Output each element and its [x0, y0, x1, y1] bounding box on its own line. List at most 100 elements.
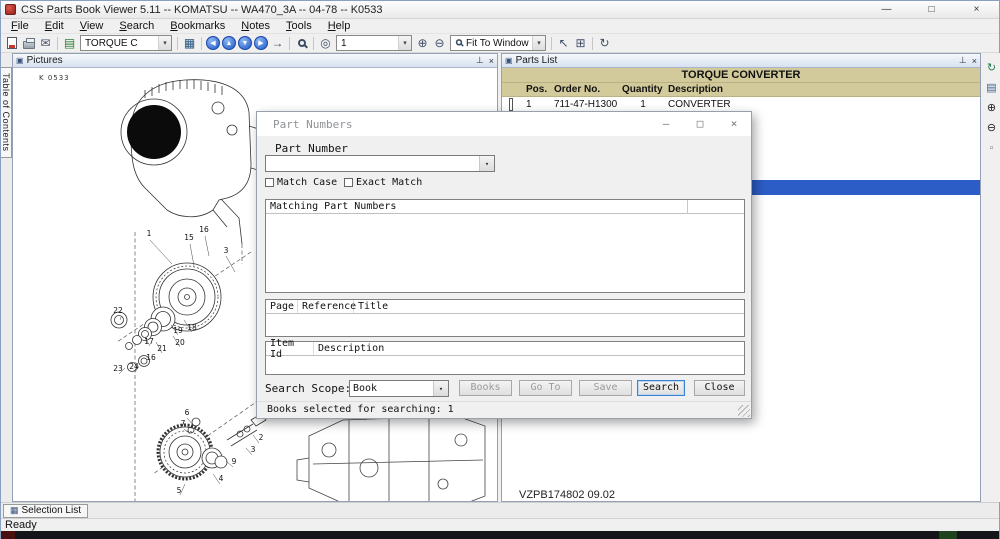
col-title[interactable]: Title — [354, 300, 392, 313]
matching-part-numbers-list[interactable]: Matching Part Numbers — [265, 199, 745, 293]
book-select[interactable]: TORQUE C ▾ — [80, 35, 172, 51]
col-page[interactable]: Page — [266, 300, 298, 313]
item-id-list[interactable]: Item Id Description — [265, 341, 745, 375]
page-reference-list[interactable]: Page Reference Title — [265, 299, 745, 337]
diagram-callout-3[interactable]: 3 — [224, 246, 229, 255]
menu-search[interactable]: Search — [111, 20, 162, 33]
email-icon[interactable]: ✉ — [37, 35, 54, 51]
go-to-button[interactable]: Go To — [519, 380, 572, 396]
rail-zoom-out-icon[interactable]: ⊖ — [987, 123, 996, 134]
zoom-select[interactable]: Fit To Window ▾ — [450, 35, 546, 51]
page-select[interactable]: 1 ▾ — [336, 35, 412, 51]
close-icon[interactable]: × — [972, 56, 977, 66]
diagram-callout-1[interactable]: 1 — [147, 229, 152, 238]
toolbar: ✉ ▤ TORQUE C ▾ ▦ ◀ ▲ ▼ ▶ → ◎ 1 ▾ ⊕ ⊖ Fit… — [1, 34, 999, 53]
rail-refresh-icon[interactable]: ↻ — [987, 63, 996, 74]
close-button[interactable]: Close — [694, 380, 745, 396]
pin-icon[interactable]: ⊥ — [959, 55, 967, 66]
column-divider[interactable] — [687, 200, 688, 214]
row-checkbox[interactable] — [509, 98, 513, 111]
close-icon[interactable]: × — [954, 1, 999, 19]
refresh-icon[interactable]: ↻ — [596, 35, 613, 51]
table-row[interactable]: 1 711-47-H1300 1 CONVERTER — [502, 97, 980, 111]
close-icon[interactable]: × — [489, 56, 494, 66]
chevron-down-icon[interactable]: ▾ — [433, 381, 448, 396]
part-number-input[interactable]: ▾ — [265, 155, 495, 172]
minimize-icon[interactable]: — — [864, 1, 909, 19]
diagram-callout-3[interactable]: 3 — [251, 445, 256, 454]
col-item-description[interactable]: Description — [314, 342, 388, 355]
dialog-minimize-icon[interactable]: – — [649, 112, 683, 136]
dialog-maximize-icon[interactable]: □ — [683, 112, 717, 136]
hotpoint-icon[interactable]: ◎ — [317, 35, 334, 51]
diagram-callout-16[interactable]: 16 — [146, 353, 156, 362]
diagram-callout-21[interactable]: 21 — [157, 344, 167, 353]
nav-forward-icon[interactable]: ▶ — [254, 36, 268, 50]
menu-tools[interactable]: Tools — [278, 20, 320, 33]
menu-edit[interactable]: Edit — [37, 20, 72, 33]
diagram-callout-19[interactable]: 19 — [173, 326, 183, 335]
print-icon[interactable] — [20, 35, 37, 51]
side-tab-strip: Table of Contents — [1, 53, 12, 502]
open-document-icon[interactable] — [3, 35, 20, 51]
menu-bookmarks[interactable]: Bookmarks — [162, 20, 233, 33]
menu-help[interactable]: Help — [320, 20, 359, 33]
bottom-tab-bar: ▦ Selection List — [1, 502, 999, 518]
diagram-callout-2[interactable]: 2 — [259, 433, 264, 442]
match-case-label: Match Case — [277, 177, 337, 188]
pan-icon[interactable]: ⊞ — [572, 35, 589, 51]
maximize-icon[interactable]: □ — [909, 1, 954, 19]
diagram-callout-4[interactable]: 4 — [219, 474, 224, 483]
chevron-down-icon[interactable]: ▾ — [398, 36, 411, 50]
nav-down-icon[interactable]: ▼ — [238, 36, 252, 50]
resize-grip[interactable] — [738, 405, 750, 417]
chevron-down-icon[interactable]: ▾ — [532, 36, 545, 50]
pointer-icon[interactable]: ↖ — [555, 35, 572, 51]
col-reference[interactable]: Reference — [298, 300, 354, 313]
diagram-callout-24[interactable]: 24 — [129, 362, 139, 371]
save-button[interactable]: Save — [579, 380, 632, 396]
goto-page-icon[interactable]: → — [269, 35, 286, 51]
exact-match-checkbox[interactable]: Exact Match — [344, 177, 422, 188]
menu-file[interactable]: File — [3, 20, 37, 33]
nav-back-icon[interactable]: ◀ — [206, 36, 220, 50]
rail-pin-icon[interactable]: ▫ — [990, 143, 994, 154]
dialog-close-icon[interactable]: × — [717, 112, 751, 136]
parts-grid-icon[interactable]: ▦ — [181, 35, 198, 51]
taskbar[interactable] — [1, 531, 999, 539]
zoom-out-icon[interactable]: ⊖ — [431, 35, 448, 51]
toolbar-separator — [313, 37, 314, 50]
book-icon[interactable]: ▤ — [61, 35, 78, 51]
menu-notes[interactable]: Notes — [233, 20, 278, 33]
tab-selection-list[interactable]: ▦ Selection List — [3, 504, 88, 518]
diagram-callout-7[interactable]: 7 — [181, 419, 186, 428]
diagram-callout-18[interactable]: 18 — [187, 323, 197, 332]
menu-view[interactable]: View — [72, 20, 112, 33]
checkbox-box[interactable] — [344, 178, 353, 187]
tab-table-of-contents[interactable]: Table of Contents — [1, 67, 12, 158]
diagram-callout-5[interactable]: 5 — [177, 486, 182, 495]
diagram-callout-15[interactable]: 15 — [184, 233, 194, 242]
zoom-tool-icon[interactable] — [293, 35, 310, 51]
zoom-in-icon[interactable]: ⊕ — [414, 35, 431, 51]
checkbox-box[interactable] — [265, 178, 274, 187]
match-case-checkbox[interactable]: Match Case — [265, 177, 337, 188]
nav-up-icon[interactable]: ▲ — [222, 36, 236, 50]
chevron-down-icon[interactable]: ▾ — [158, 36, 171, 50]
diagram-callout-22[interactable]: 22 — [113, 306, 123, 315]
diagram-callout-16[interactable]: 16 — [199, 225, 209, 234]
search-button[interactable]: Search — [637, 380, 685, 396]
diagram-callout-20[interactable]: 20 — [175, 338, 185, 347]
search-scope-select[interactable]: Book ▾ — [349, 380, 449, 397]
diagram-callout-6[interactable]: 6 — [185, 408, 190, 417]
pin-icon[interactable]: ⊥ — [476, 55, 484, 66]
rail-zoom-in-icon[interactable]: ⊕ — [987, 103, 996, 114]
chevron-down-icon[interactable]: ▾ — [479, 156, 494, 171]
col-item-id[interactable]: Item Id — [266, 342, 314, 355]
diagram-callout-9[interactable]: 9 — [232, 457, 237, 466]
books-button[interactable]: Books — [459, 380, 512, 396]
rail-page-icon[interactable]: ▤ — [986, 83, 996, 94]
diagram-callout-23[interactable]: 23 — [113, 364, 123, 373]
diagram-callout-17[interactable]: 17 — [144, 337, 154, 346]
dialog-titlebar[interactable]: Part Numbers – □ × — [257, 112, 751, 136]
